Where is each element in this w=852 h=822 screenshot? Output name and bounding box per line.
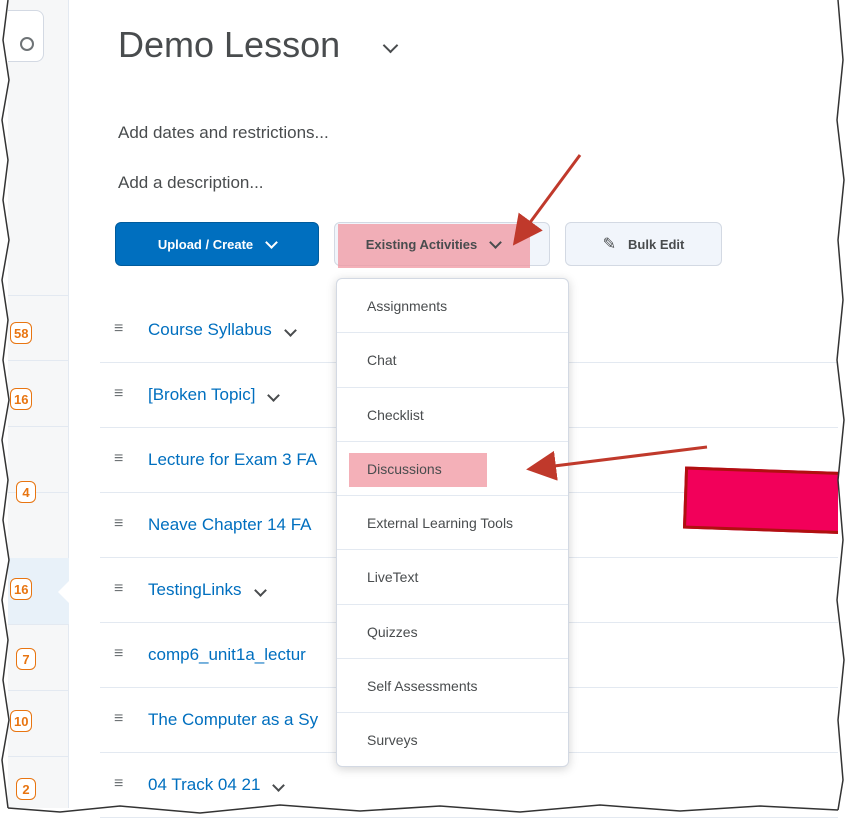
rail-selection-pointer [58, 578, 72, 606]
topic-link[interactable]: Course Syllabus [148, 320, 297, 340]
lesson-title[interactable]: Demo Lesson [118, 24, 340, 66]
chevron-down-icon [489, 235, 503, 249]
drag-handle-icon[interactable]: ≡ [114, 385, 123, 403]
right-edge [838, 0, 852, 822]
add-dates-link[interactable]: Add dates and restrictions... [118, 123, 329, 143]
search-icon [20, 37, 34, 51]
menu-item-assignments[interactable]: Assignments [337, 279, 568, 334]
rail-badge-count[interactable]: 10 [10, 710, 33, 732]
rail-badge-count[interactable]: 7 [16, 648, 36, 670]
drag-handle-icon[interactable]: ≡ [114, 320, 123, 338]
rail-badge-count[interactable]: 16 [10, 578, 33, 600]
rail-divider [8, 295, 68, 296]
bulk-edit-button[interactable]: ✎ Bulk Edit [565, 222, 722, 266]
rail-badge-count[interactable]: 58 [10, 322, 33, 344]
rail-divider [8, 756, 68, 757]
topic-link[interactable]: Lecture for Exam 3 FA [148, 450, 317, 470]
rail-badge-count[interactable]: 4 [16, 481, 36, 503]
chevron-down-icon [265, 235, 279, 249]
drag-handle-icon[interactable]: ≡ [114, 645, 123, 663]
rail-divider [8, 690, 68, 691]
rail-divider [8, 426, 68, 427]
topic-link[interactable]: The Computer as a Sy [148, 710, 318, 730]
bulk-edit-label: Bulk Edit [628, 236, 685, 252]
menu-item-livetext[interactable]: LiveText [337, 550, 568, 605]
pen-icon: ✎ [602, 236, 617, 253]
drag-handle-icon[interactable]: ≡ [114, 450, 123, 468]
chevron-down-icon[interactable] [382, 37, 399, 54]
topic-link[interactable]: [Broken Topic] [148, 385, 281, 405]
screenshot-frame: 58 16 4 16 7 10 2 Demo Lesson Add dates … [0, 0, 852, 822]
drag-handle-icon[interactable]: ≡ [114, 580, 123, 598]
menu-item-self-assessments[interactable]: Self Assessments [337, 659, 568, 714]
chevron-down-icon[interactable] [253, 584, 267, 597]
chevron-down-icon[interactable] [267, 389, 281, 402]
menu-item-checklist[interactable]: Checklist [337, 388, 568, 442]
upload-create-button[interactable]: Upload / Create [115, 222, 319, 266]
upload-create-label: Upload / Create [157, 236, 254, 252]
menu-item-surveys[interactable]: Surveys [337, 713, 568, 767]
topic-link[interactable]: TestingLinks [148, 580, 267, 600]
menu-item-chat[interactable]: Chat [337, 333, 568, 388]
rail-divider [8, 360, 68, 361]
topic-link[interactable]: comp6_unit1a_lectur [148, 645, 306, 665]
rail-badge-count[interactable]: 2 [16, 778, 36, 800]
rail-divider [8, 624, 68, 625]
rail-badge-count[interactable]: 16 [10, 388, 33, 410]
menu-item-external-learning-tools[interactable]: External Learning Tools [337, 496, 568, 551]
annotation-marker-bar [682, 466, 852, 536]
existing-activities-content[interactable]: Existing Activities [338, 222, 528, 266]
drag-handle-icon[interactable]: ≡ [114, 515, 123, 533]
menu-item-discussions[interactable]: Discussions [337, 442, 568, 497]
drag-handle-icon[interactable]: ≡ [114, 775, 123, 793]
topic-link[interactable]: 04 Track 04 21 [148, 775, 286, 795]
topic-link[interactable]: Neave Chapter 14 FA [148, 515, 311, 535]
add-description-link[interactable]: Add a description... [118, 173, 264, 193]
existing-activities-label: Existing Activities [365, 236, 478, 252]
chevron-down-icon[interactable] [272, 779, 286, 792]
chevron-down-icon[interactable] [283, 324, 297, 337]
drag-handle-icon[interactable]: ≡ [114, 710, 123, 728]
existing-activities-menu: Assignments Chat Checklist Discussions E… [336, 278, 569, 767]
rail-search-button[interactable] [8, 10, 44, 62]
menu-item-quizzes[interactable]: Quizzes [337, 605, 568, 660]
